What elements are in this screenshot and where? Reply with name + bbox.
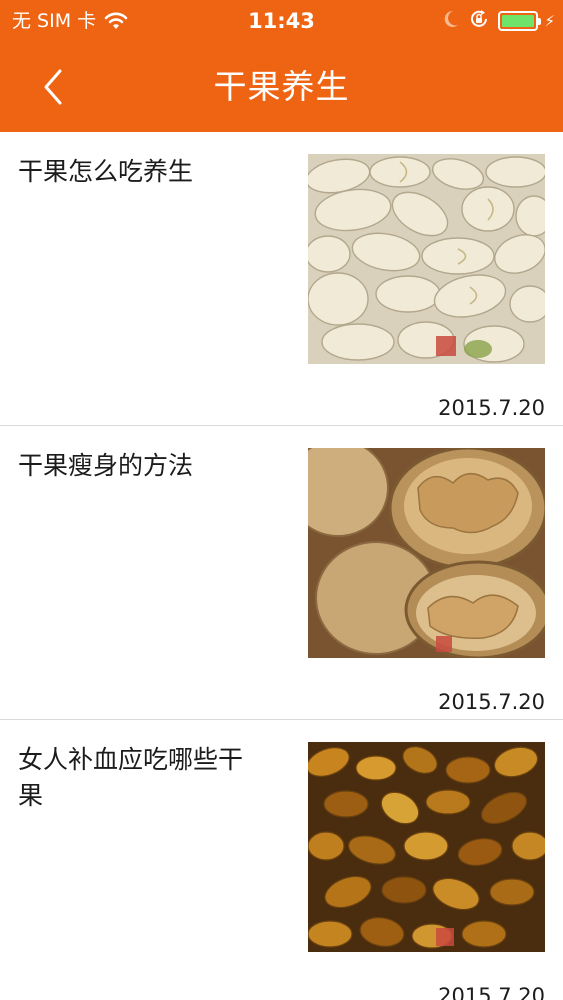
do-not-disturb-moon-icon <box>442 9 460 33</box>
walnuts-photo[interactable] <box>308 448 545 658</box>
header: 无 SIM 卡 11:43 ⚡ 干果养生 <box>0 0 563 132</box>
article-title: 干果怎么吃养生 <box>18 157 194 186</box>
article-title: 干果瘦身的方法 <box>18 451 194 480</box>
status-bar: 无 SIM 卡 11:43 ⚡ <box>0 0 563 42</box>
battery-tip <box>538 18 542 25</box>
nav-bar: 干果养生 <box>0 42 563 132</box>
app-screen: 无 SIM 卡 11:43 ⚡ 干果养生 干果怎么吃养生 2015.7.20 干… <box>0 0 563 1000</box>
article-date: 2015.7.20 <box>438 984 545 1000</box>
list-item[interactable]: 干果瘦身的方法 2015.7.20 <box>0 426 563 720</box>
status-icons: ⚡ <box>434 8 555 34</box>
article-date: 2015.7.20 <box>438 396 545 420</box>
article-list: 干果怎么吃养生 2015.7.20 干果瘦身的方法 2015.7.20 女人补血… <box>0 132 563 1000</box>
pistachios-photo[interactable] <box>308 154 545 364</box>
charging-bolt-icon: ⚡ <box>544 12 555 30</box>
battery-icon <box>498 11 542 31</box>
list-item[interactable]: 女人补血应吃哪些干果 2015.7.20 <box>0 720 563 1000</box>
orientation-lock-icon <box>468 8 490 34</box>
page-title: 干果养生 <box>213 67 350 106</box>
raisins-photo[interactable] <box>308 742 545 952</box>
article-title: 女人补血应吃哪些干果 <box>18 745 244 810</box>
battery-fill <box>502 15 535 27</box>
article-date: 2015.7.20 <box>438 690 545 714</box>
list-item[interactable]: 干果怎么吃养生 2015.7.20 <box>0 132 563 426</box>
